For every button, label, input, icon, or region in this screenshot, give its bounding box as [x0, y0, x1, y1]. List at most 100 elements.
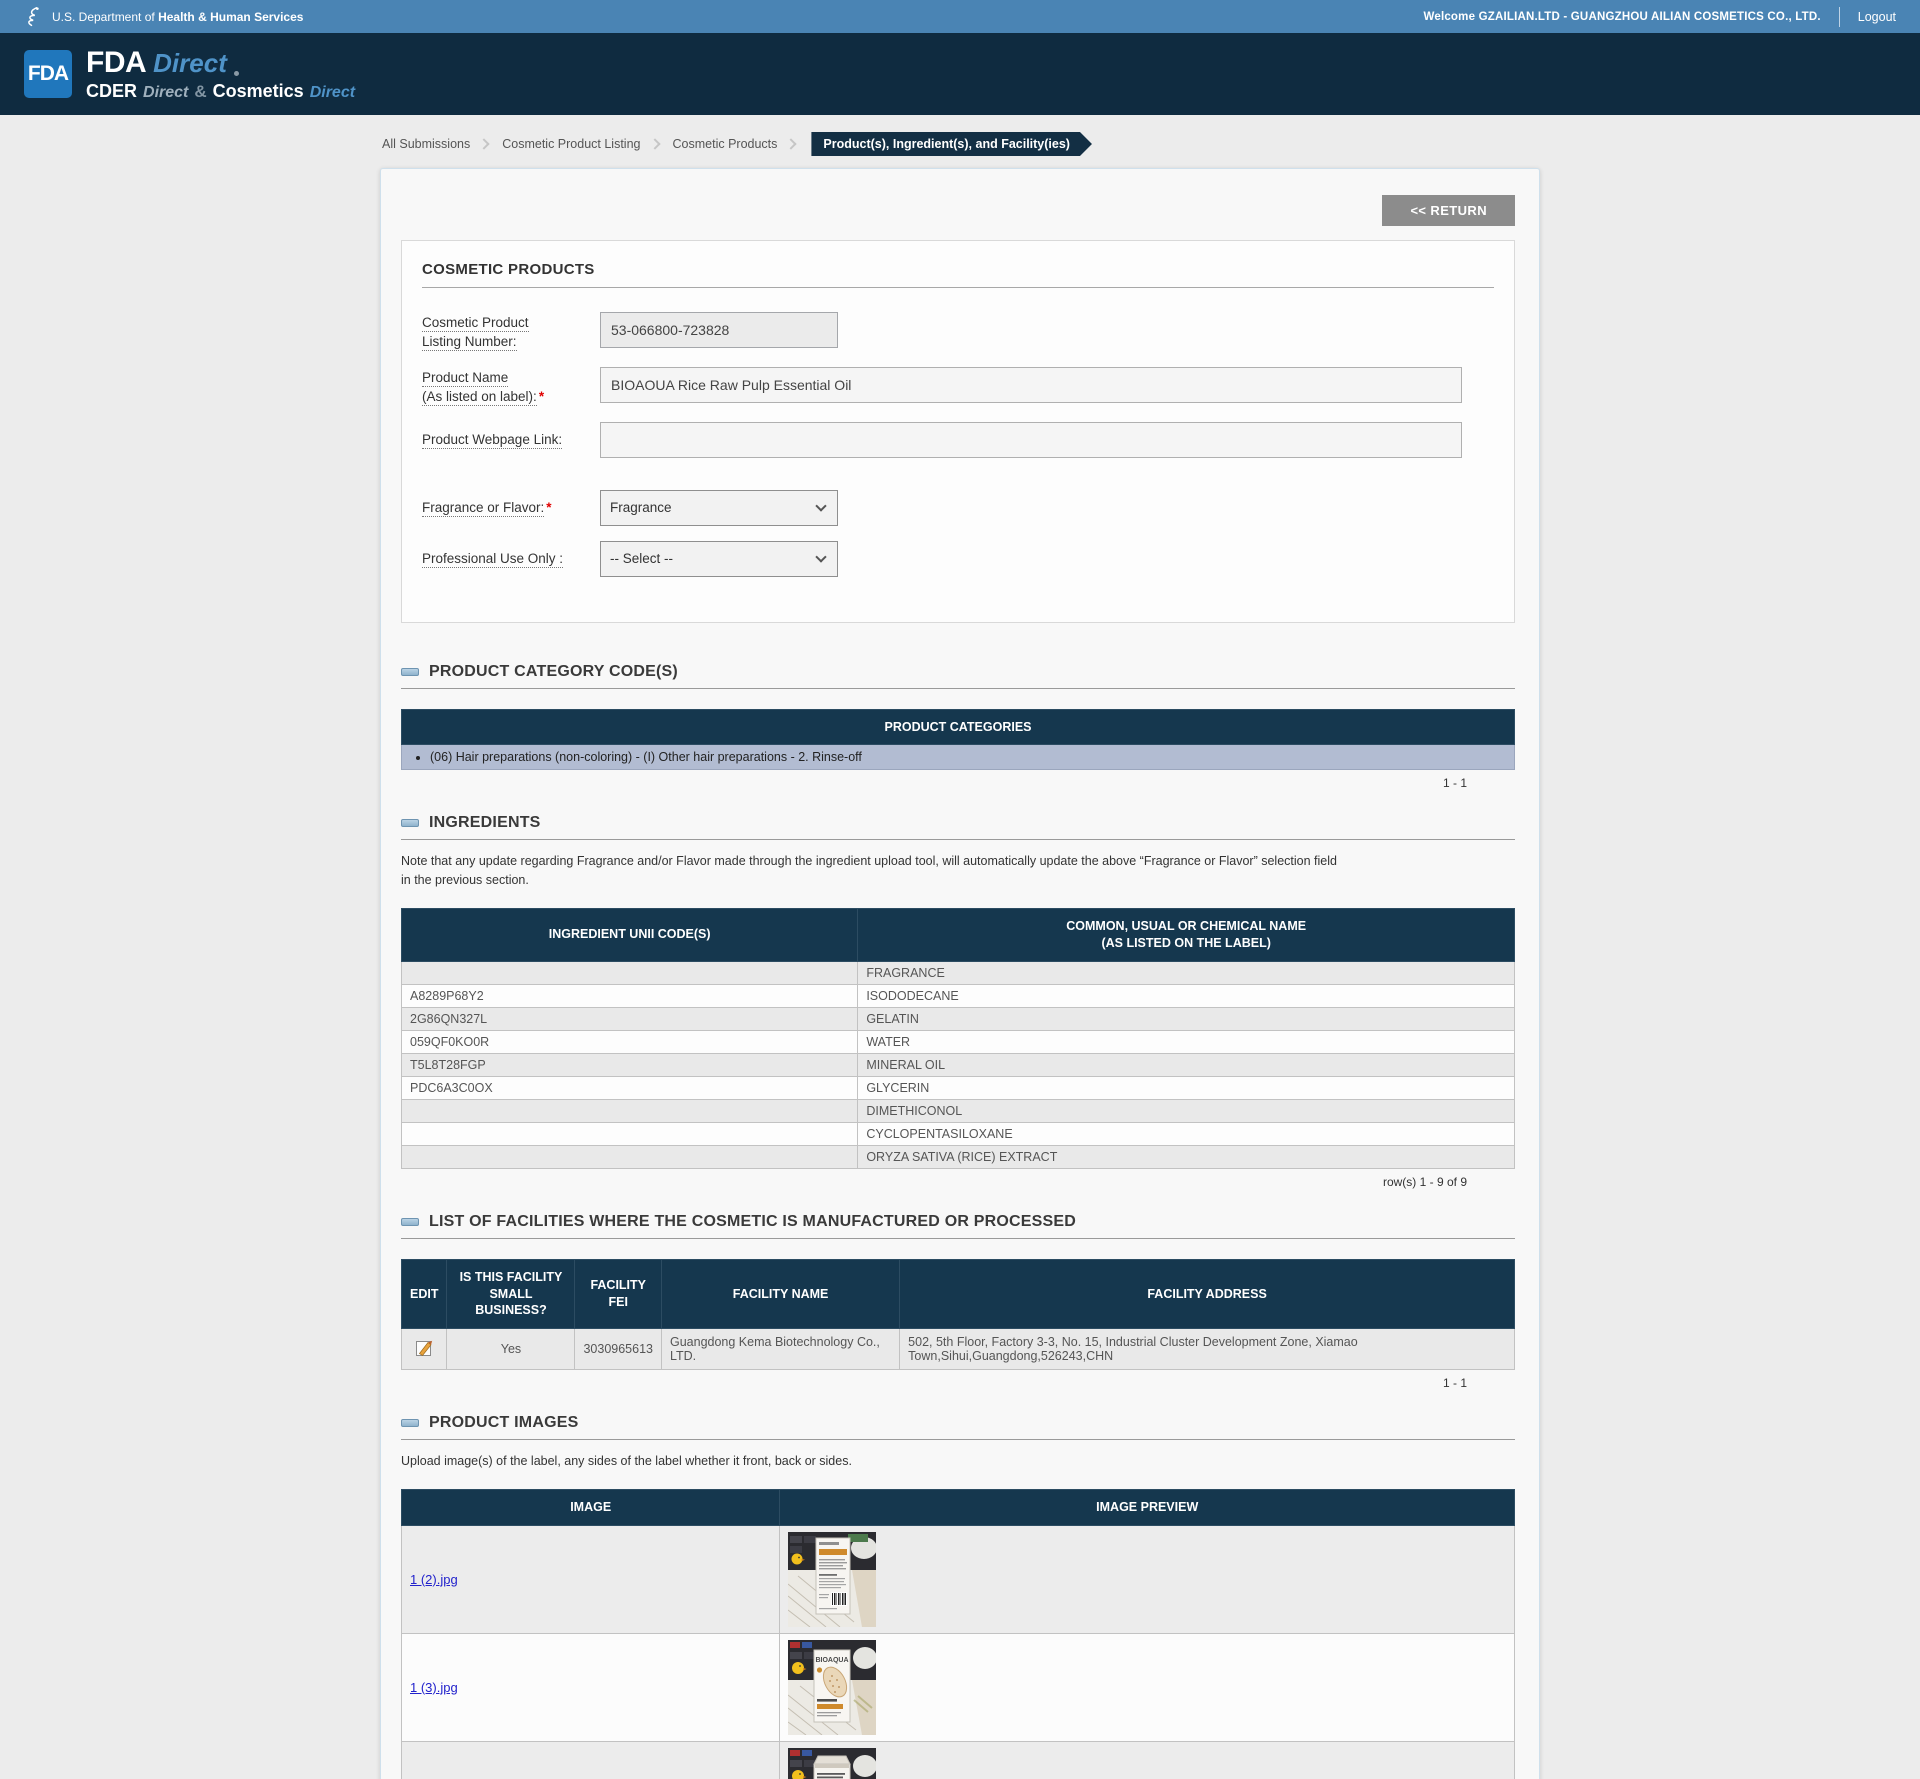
name-cell: DIMETHICONOL — [858, 1099, 1515, 1122]
breadcrumb-current: Product(s), Ingredient(s), and Facility(… — [811, 132, 1092, 156]
collapse-icon[interactable] — [401, 1419, 419, 1427]
table-row: A8289P68Y2ISODODECANE — [402, 984, 1515, 1007]
column-header-image: IMAGE — [402, 1490, 780, 1526]
chevron-right-icon — [786, 138, 797, 149]
facility-name-cell: Guangdong Kema Biotechnology Co., LTD. — [662, 1329, 900, 1370]
product-photo-back-open — [788, 1748, 876, 1779]
table-row: T5L8T28FGPMINERAL OIL — [402, 1053, 1515, 1076]
edit-pencil-icon — [413, 1337, 435, 1359]
webpage-link-label: Product Webpage Link: — [422, 429, 600, 450]
hhs-eagle-icon — [24, 6, 44, 28]
table-row: DIMETHICONOL — [402, 1099, 1515, 1122]
unii-cell: T5L8T28FGP — [402, 1053, 858, 1076]
breadcrumb-cosmetic-products[interactable]: Cosmetic Products — [671, 133, 780, 155]
brand-direct: Direct — [153, 50, 227, 76]
collapse-icon[interactable] — [401, 668, 419, 676]
facilities-table: EDIT IS THIS FACILITY SMALL BUSINESS? FA… — [401, 1259, 1515, 1371]
column-header-unii: INGREDIENT UNII CODE(S) — [402, 908, 858, 961]
product-name-label: Product Name (As listed on label):* — [422, 367, 600, 407]
category-item: (06) Hair preparations (non-coloring) - … — [430, 750, 1514, 764]
product-photo-back-label — [788, 1532, 876, 1627]
collapse-icon[interactable] — [401, 1218, 419, 1226]
brand-cosmetics-direct: Direct — [310, 85, 355, 101]
product-name-field[interactable] — [600, 367, 1462, 403]
table-row: 2G86QN327LGELATIN — [402, 1007, 1515, 1030]
ingredients-note: Note that any update regarding Fragrance… — [401, 852, 1515, 890]
svg-text:BIOAQUA: BIOAQUA — [816, 1657, 849, 1664]
column-header-name: FACILITY NAME — [662, 1259, 900, 1329]
images-note: Upload image(s) of the label, any sides … — [401, 1452, 1515, 1471]
brand-ampersand: & — [194, 83, 206, 100]
breadcrumb-cosmetic-product-listing[interactable]: Cosmetic Product Listing — [500, 133, 642, 155]
form-title: COSMETIC PRODUCTS — [422, 261, 1494, 288]
listing-number-field[interactable] — [600, 312, 838, 348]
table-row: CYCLOPENTASILOXANE — [402, 1122, 1515, 1145]
ingredients-table: INGREDIENT UNII CODE(S) COMMON, USUAL OR… — [401, 908, 1515, 1169]
app-brand: FDA Direct CDER Direct & Cosmetics Direc… — [86, 48, 355, 101]
listing-number-label: Cosmetic Product Listing Number: — [422, 312, 600, 352]
app-header: FDA FDA Direct CDER Direct & Cosmetics D… — [0, 33, 1920, 115]
table-row: FRAGRANCE — [402, 961, 1515, 984]
breadcrumb-all-submissions[interactable]: All Submissions — [380, 133, 472, 155]
fragrance-flavor-select[interactable]: Fragrance — [600, 490, 838, 526]
product-images-table: IMAGE IMAGE PREVIEW 1 (2).jpg — [401, 1489, 1515, 1779]
welcome-text: Welcome GZAILIAN.LTD - GUANGZHOU AILIAN … — [1424, 11, 1821, 23]
table-row: (06) Hair preparations (non-coloring) - … — [402, 745, 1515, 770]
professional-use-dropdown[interactable]: -- Select -- — [601, 542, 837, 576]
main-panel: << RETURN COSMETIC PRODUCTS Cosmetic Pro… — [380, 168, 1540, 1779]
hhs-dept-text: U.S. Department of Health & Human Servic… — [52, 10, 303, 24]
brand-fda: FDA — [86, 48, 146, 78]
return-button[interactable]: << RETURN — [1382, 195, 1515, 226]
collapse-icon[interactable] — [401, 819, 419, 827]
table-row: 1 (3).jpg — [402, 1633, 1515, 1741]
fragrance-flavor-dropdown[interactable]: Fragrance — [601, 491, 837, 525]
unii-cell: A8289P68Y2 — [402, 984, 858, 1007]
hhs-top-bar: U.S. Department of Health & Human Servic… — [0, 0, 1920, 33]
chevron-right-icon — [479, 138, 490, 149]
logout-link[interactable]: Logout — [1858, 10, 1896, 24]
unii-cell: 059QF0KO0R — [402, 1030, 858, 1053]
name-cell: MINERAL OIL — [858, 1053, 1515, 1076]
name-cell: CYCLOPENTASILOXANE — [858, 1122, 1515, 1145]
column-header-fei: FACILITY FEI — [575, 1259, 662, 1329]
required-asterisk: * — [546, 500, 551, 515]
section-title: INGREDIENTS — [429, 814, 541, 832]
product-categories-table: PRODUCT CATEGORIES (06) Hair preparation… — [401, 709, 1515, 771]
professional-use-label: Professional Use Only : — [422, 548, 600, 569]
section-title: PRODUCT CATEGORY CODE(S) — [429, 663, 678, 681]
name-cell: ORYZA SATIVA (RICE) EXTRACT — [858, 1145, 1515, 1168]
facility-address-cell: 502, 5th Floor, Factory 3-3, No. 15, Ind… — [900, 1329, 1515, 1370]
professional-use-select[interactable]: -- Select -- — [600, 541, 838, 577]
brand-cder-direct: Direct — [143, 85, 188, 101]
facilities-section: LIST OF FACILITIES WHERE THE COSMETIC IS… — [401, 1213, 1515, 1391]
product-category-section: PRODUCT CATEGORY CODE(S) PRODUCT CATEGOR… — [401, 663, 1515, 791]
edit-facility-button[interactable] — [413, 1337, 435, 1362]
unii-cell — [402, 1099, 858, 1122]
name-cell: GLYCERIN — [858, 1076, 1515, 1099]
unii-cell — [402, 1122, 858, 1145]
column-header-preview: IMAGE PREVIEW — [780, 1490, 1515, 1526]
column-header-address: FACILITY ADDRESS — [900, 1259, 1515, 1329]
product-webpage-field[interactable] — [600, 422, 1462, 458]
table-row: 1 (2).jpg — [402, 1525, 1515, 1633]
fda-logo: FDA — [24, 50, 72, 98]
fragrance-flavor-label: Fragrance or Flavor:* — [422, 497, 600, 518]
pagination: 1 - 1 — [401, 1370, 1515, 1390]
table-row: 059QF0KO0RWATER — [402, 1030, 1515, 1053]
pagination: row(s) 1 - 9 of 9 — [401, 1169, 1515, 1189]
image-file-link[interactable]: 1 (2).jpg — [410, 1572, 458, 1587]
brand-cosmetics: Cosmetics — [213, 82, 304, 100]
image-file-link[interactable]: 1 (3).jpg — [410, 1680, 458, 1695]
product-images-section: PRODUCT IMAGES Upload image(s) of the la… — [401, 1414, 1515, 1779]
section-title: LIST OF FACILITIES WHERE THE COSMETIC IS… — [429, 1213, 1076, 1231]
cosmetic-products-form: COSMETIC PRODUCTS Cosmetic Product Listi… — [401, 240, 1515, 623]
table-row: PDC6A3C0OXGLYCERIN — [402, 1076, 1515, 1099]
table-row: ORYZA SATIVA (RICE) EXTRACT — [402, 1145, 1515, 1168]
column-header: PRODUCT CATEGORIES — [402, 709, 1515, 745]
fei-cell: 3030965613 — [575, 1329, 662, 1370]
ingredients-section: INGREDIENTS Note that any update regardi… — [401, 814, 1515, 1188]
brand-cder: CDER — [86, 82, 137, 100]
hhs-brand: U.S. Department of Health & Human Servic… — [24, 6, 303, 28]
page: U.S. Department of Health & Human Servic… — [0, 0, 1920, 1779]
breadcrumb: All Submissions Cosmetic Product Listing… — [380, 132, 1540, 156]
